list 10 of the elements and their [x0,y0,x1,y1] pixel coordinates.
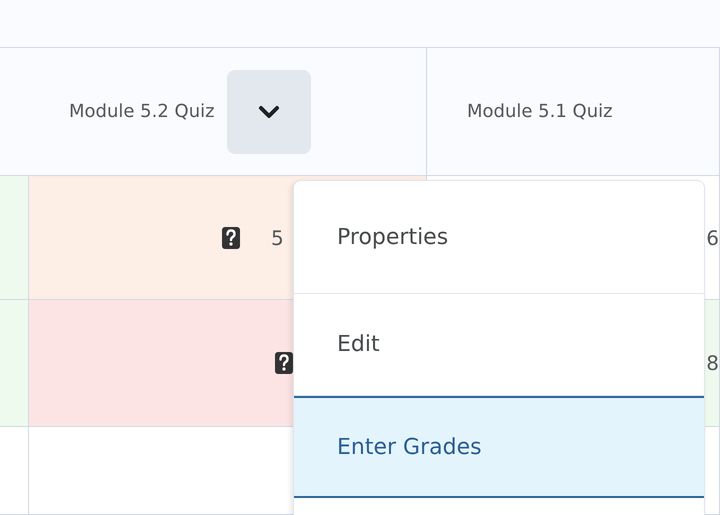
column-header: Module 5.2 Quiz [69,100,215,124]
grade-value: 6 [706,224,719,252]
grade-value: 8 [706,350,719,377]
question-mark-icon [222,226,240,248]
menu-item[interactable]: Properties [294,181,704,294]
column-header: Module 5.1 Quiz [467,100,613,124]
menu-item[interactable]: Enter Grades [294,396,704,498]
chevron-down-icon [258,104,280,118]
grade-value: 5 [271,224,284,252]
column-menu-button[interactable] [226,70,311,154]
